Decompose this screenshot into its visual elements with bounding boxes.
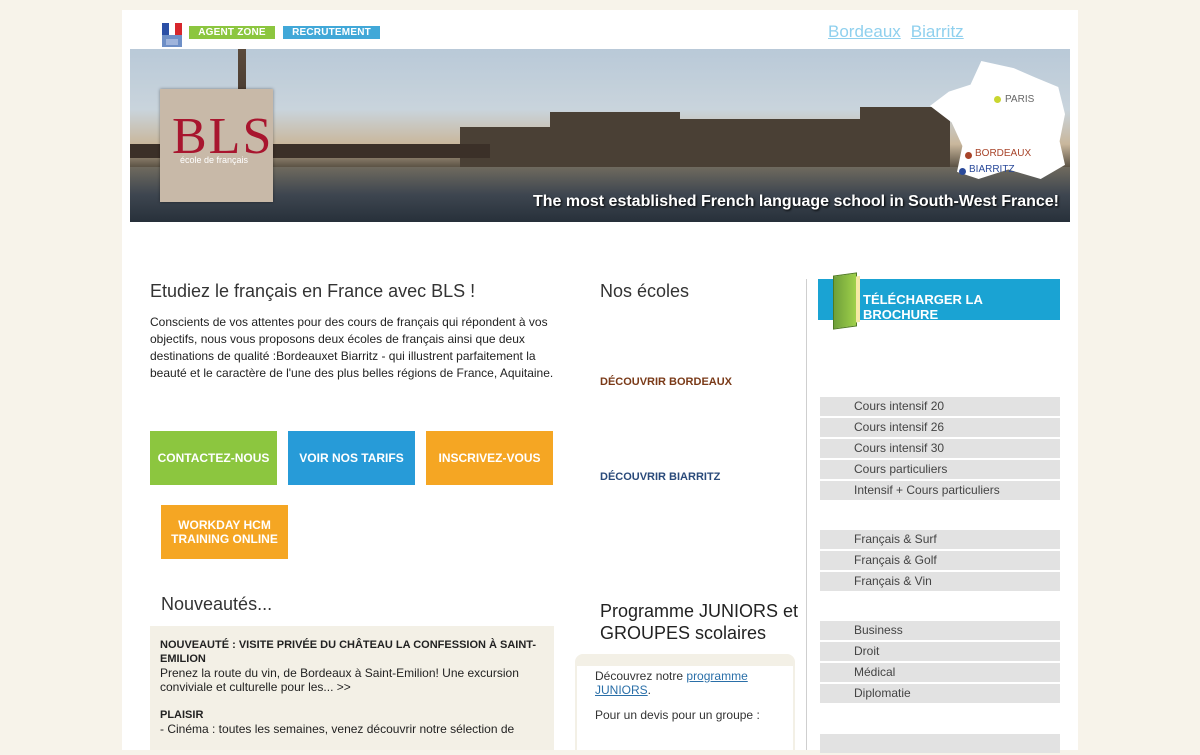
- news-box: NOUVEAUTÉ : VISITE PRIVÉE DU CHÂTEAU LA …: [150, 626, 554, 750]
- inscription-button[interactable]: INSCRIVEZ-VOUS: [426, 431, 553, 485]
- professional-menu: Business Droit Médical Diplomatie: [820, 621, 1060, 705]
- page-container: AGENT ZONE RECRUTEMENT Bordeaux Biarritz …: [122, 10, 1078, 753]
- discover-bordeaux-link[interactable]: DÉCOUVRIR BORDEAUX: [600, 376, 732, 388]
- news-item-title[interactable]: NOUVEAUTÉ : VISITE PRIVÉE DU CHÂTEAU LA …: [160, 638, 544, 666]
- french-flag-icon[interactable]: [162, 23, 182, 47]
- menu-item-more[interactable]: [820, 734, 1060, 753]
- plaisir-text: - Cinéma : toutes les semaines, venez dé…: [160, 722, 515, 736]
- intro-title: Etudiez le français en France avec BLS !: [150, 281, 476, 301]
- biarritz-dot: [959, 168, 966, 175]
- paris-dot: [994, 96, 1001, 103]
- building-shape: [860, 107, 950, 167]
- news-heading: Nouveautés...: [161, 594, 273, 614]
- menu-item-course[interactable]: Cours intensif 20: [820, 397, 1060, 416]
- tarifs-button[interactable]: VOIR NOS TARIFS: [288, 431, 415, 485]
- map-city-bordeaux[interactable]: BORDEAUX: [975, 148, 1031, 159]
- recrutement-button[interactable]: RECRUTEMENT: [283, 26, 380, 39]
- map-city-paris[interactable]: PARIS: [1005, 94, 1034, 105]
- france-map-icon: [930, 61, 1065, 179]
- more-menu: [820, 734, 1060, 755]
- group-quote-text: Pour un devis pour un groupe :: [595, 708, 760, 722]
- courses-menu: Cours intensif 20 Cours intensif 26 Cour…: [820, 397, 1060, 502]
- bordeaux-dot: [965, 152, 972, 159]
- intro-text: Conscients de vos attentes pour des cour…: [150, 315, 554, 380]
- bls-logo[interactable]: BLS école de français: [160, 89, 273, 202]
- column-divider: [806, 279, 807, 750]
- brochure-label: TÉLÉCHARGER LA BROCHURE: [863, 292, 983, 322]
- menu-item-pro[interactable]: Droit: [820, 642, 1060, 661]
- contact-button[interactable]: CONTACTEZ-NOUS: [150, 431, 277, 485]
- menu-item-course[interactable]: Intensif + Cours particuliers: [820, 481, 1060, 500]
- schools-heading: Nos écoles: [600, 281, 690, 301]
- juniors-text: Découvrez notre programme JUNIORS.: [595, 669, 748, 697]
- workday-training-button[interactable]: WORKDAY HCM TRAINING ONLINE: [161, 505, 288, 559]
- city-links: Bordeaux Biarritz: [828, 22, 974, 42]
- news-item-text[interactable]: Prenez la route du vin, de Bordeaux à Sa…: [160, 666, 544, 694]
- menu-item-course[interactable]: Cours particuliers: [820, 460, 1060, 479]
- brochure-book-icon: [833, 272, 860, 330]
- menu-item-pro[interactable]: Médical: [820, 663, 1060, 682]
- banner-tagline: The most established French language sch…: [532, 193, 1059, 210]
- menu-item-activity[interactable]: Français & Vin: [820, 572, 1060, 591]
- building-shape: [550, 112, 680, 167]
- logo-subtitle: école de français: [180, 155, 249, 165]
- menu-item-activity[interactable]: Français & Surf: [820, 530, 1060, 549]
- building-shape: [680, 119, 860, 167]
- biarritz-link[interactable]: Biarritz: [911, 22, 964, 41]
- juniors-heading: Programme JUNIORS et GROUPES scolaires: [600, 601, 799, 643]
- agent-zone-button[interactable]: AGENT ZONE: [189, 26, 275, 39]
- plaisir-title: PLAISIR: [160, 709, 204, 721]
- menu-item-course[interactable]: Cours intensif 30: [820, 439, 1060, 458]
- discover-biarritz-link[interactable]: DÉCOUVRIR BIARRITZ: [600, 471, 720, 483]
- map-city-biarritz[interactable]: BIARRITZ: [969, 164, 1015, 175]
- menu-item-pro[interactable]: Diplomatie: [820, 684, 1060, 703]
- menu-item-activity[interactable]: Français & Golf: [820, 551, 1060, 570]
- download-brochure-button[interactable]: TÉLÉCHARGER LA BROCHURE: [818, 272, 1060, 330]
- header-banner: PARIS BORDEAUX BIARRITZ The most establi…: [130, 49, 1070, 222]
- menu-item-pro[interactable]: Business: [820, 621, 1060, 640]
- menu-item-course[interactable]: Cours intensif 26: [820, 418, 1060, 437]
- activities-menu: Français & Surf Français & Golf Français…: [820, 530, 1060, 593]
- bordeaux-link[interactable]: Bordeaux: [828, 22, 901, 41]
